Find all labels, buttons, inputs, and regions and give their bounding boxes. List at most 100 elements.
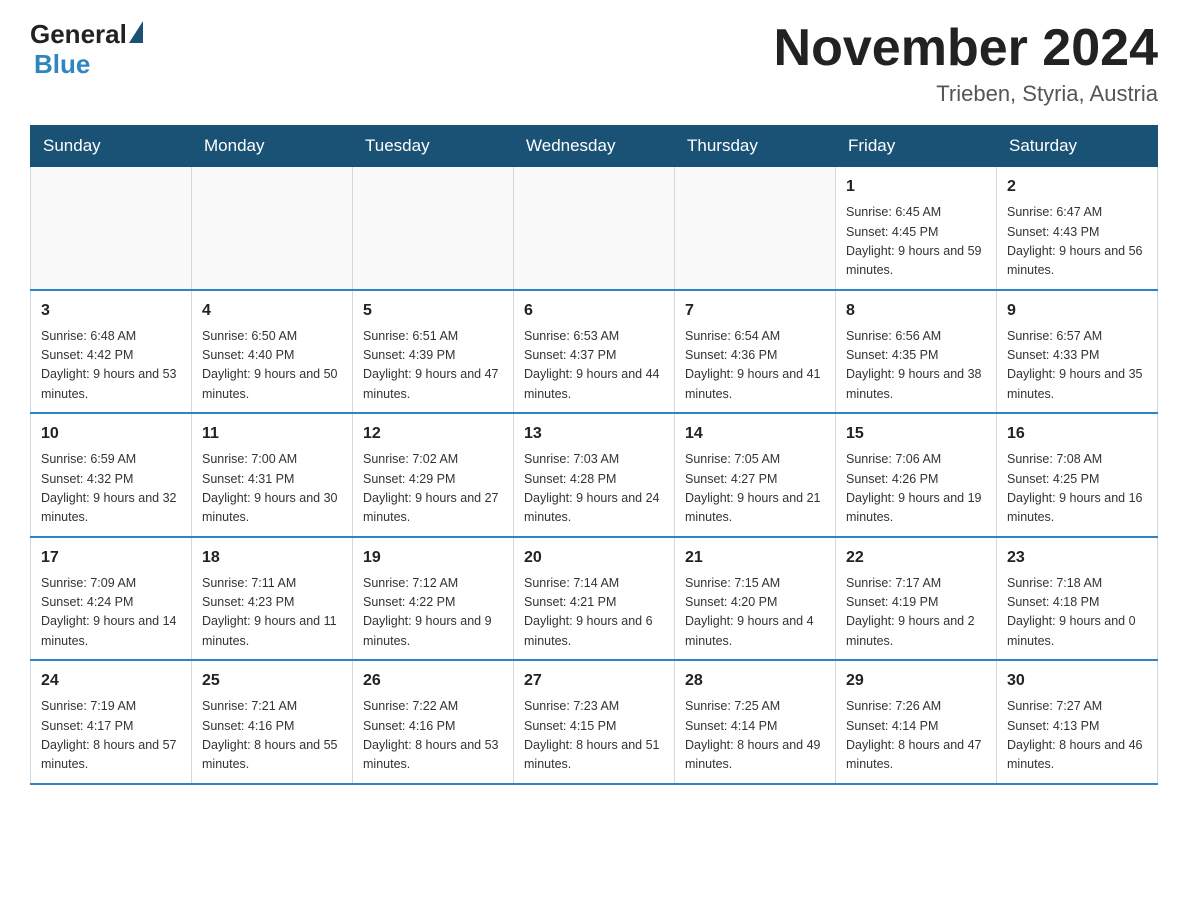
calendar-header-row: SundayMondayTuesdayWednesdayThursdayFrid…: [31, 126, 1158, 167]
day-number: 2: [1007, 175, 1147, 199]
weekday-header-sunday: Sunday: [31, 126, 192, 167]
day-number: 28: [685, 669, 825, 693]
calendar-cell: [675, 167, 836, 290]
day-info: Sunrise: 7:15 AMSunset: 4:20 PMDaylight:…: [685, 574, 825, 652]
calendar-cell: 16Sunrise: 7:08 AMSunset: 4:25 PMDayligh…: [997, 413, 1158, 537]
day-info: Sunrise: 7:23 AMSunset: 4:15 PMDaylight:…: [524, 697, 664, 775]
weekday-header-saturday: Saturday: [997, 126, 1158, 167]
calendar-cell: 14 Sunrise: 7:05 AMSunset: 4:27 PMDayligh…: [675, 413, 836, 537]
day-number: 26: [363, 669, 503, 693]
logo: General Blue: [30, 20, 143, 80]
day-number: 20: [524, 546, 664, 570]
day-info: Sunrise: 7:22 AMSunset: 4:16 PMDaylight:…: [363, 697, 503, 775]
calendar-cell: 18Sunrise: 7:11 AMSunset: 4:23 PMDayligh…: [192, 537, 353, 661]
day-info: Sunrise: 7:09 AMSunset: 4:24 PMDaylight:…: [41, 574, 181, 652]
day-number: 24: [41, 669, 181, 693]
day-info: Sunrise: 7:06 AMSunset: 4:26 PMDaylight:…: [846, 450, 986, 528]
weekday-header-friday: Friday: [836, 126, 997, 167]
calendar-table: SundayMondayTuesdayWednesdayThursdayFrid…: [30, 125, 1158, 785]
calendar-cell: 25 Sunrise: 7:21 AMSunset: 4:16 PMDayligh…: [192, 660, 353, 784]
day-number: 22: [846, 546, 986, 570]
day-number: 19: [363, 546, 503, 570]
day-info: Sunrise: 7:27 AMSunset: 4:13 PMDaylight:…: [1007, 697, 1147, 775]
calendar-cell: 4 Sunrise: 6:50 AMSunset: 4:40 PMDaylight…: [192, 290, 353, 414]
day-number: 25: [202, 669, 342, 693]
calendar-cell: 2 Sunrise: 6:47 AMSunset: 4:43 PMDaylight…: [997, 167, 1158, 290]
calendar-cell: 3 Sunrise: 6:48 AMSunset: 4:42 PMDaylight…: [31, 290, 192, 414]
calendar-cell: 1 Sunrise: 6:45 AMSunset: 4:45 PMDaylight…: [836, 167, 997, 290]
day-info: Sunrise: 6:45 AMSunset: 4:45 PMDaylight:…: [846, 203, 986, 281]
day-info: Sunrise: 7:25 AMSunset: 4:14 PMDaylight:…: [685, 697, 825, 775]
calendar-cell: 23Sunrise: 7:18 AMSunset: 4:18 PMDayligh…: [997, 537, 1158, 661]
day-number: 11: [202, 422, 342, 446]
calendar-cell: [353, 167, 514, 290]
day-info: Sunrise: 7:17 AMSunset: 4:19 PMDaylight:…: [846, 574, 986, 652]
day-number: 15: [846, 422, 986, 446]
day-number: 18: [202, 546, 342, 570]
day-number: 10: [41, 422, 181, 446]
day-info: Sunrise: 6:51 AMSunset: 4:39 PMDaylight:…: [363, 327, 503, 405]
calendar-cell: 17 Sunrise: 7:09 AMSunset: 4:24 PMDayligh…: [31, 537, 192, 661]
day-info: Sunrise: 7:21 AMSunset: 4:16 PMDaylight:…: [202, 697, 342, 775]
calendar-week-row: 1 Sunrise: 6:45 AMSunset: 4:45 PMDaylight…: [31, 167, 1158, 290]
calendar-week-row: 24 Sunrise: 7:19 AMSunset: 4:17 PMDayligh…: [31, 660, 1158, 784]
day-info: Sunrise: 7:26 AMSunset: 4:14 PMDaylight:…: [846, 697, 986, 775]
calendar-cell: 26 Sunrise: 7:22 AMSunset: 4:16 PMDayligh…: [353, 660, 514, 784]
day-info: Sunrise: 6:48 AMSunset: 4:42 PMDaylight:…: [41, 327, 181, 405]
day-info: Sunrise: 6:47 AMSunset: 4:43 PMDaylight:…: [1007, 203, 1147, 281]
calendar-cell: 22 Sunrise: 7:17 AMSunset: 4:19 PMDayligh…: [836, 537, 997, 661]
calendar-cell: 24 Sunrise: 7:19 AMSunset: 4:17 PMDayligh…: [31, 660, 192, 784]
day-number: 21: [685, 546, 825, 570]
calendar-cell: 19 Sunrise: 7:12 AMSunset: 4:22 PMDayligh…: [353, 537, 514, 661]
day-info: Sunrise: 7:02 AMSunset: 4:29 PMDaylight:…: [363, 450, 503, 528]
day-info: Sunrise: 6:53 AMSunset: 4:37 PMDaylight:…: [524, 327, 664, 405]
logo-blue-text: Blue: [34, 49, 90, 79]
day-info: Sunrise: 7:12 AMSunset: 4:22 PMDaylight:…: [363, 574, 503, 652]
day-info: Sunrise: 6:50 AMSunset: 4:40 PMDaylight:…: [202, 327, 342, 405]
page-header: General Blue November 2024 Trieben, Styr…: [30, 20, 1158, 107]
day-number: 30: [1007, 669, 1147, 693]
calendar-cell: 10Sunrise: 6:59 AMSunset: 4:32 PMDayligh…: [31, 413, 192, 537]
calendar-cell: 5 Sunrise: 6:51 AMSunset: 4:39 PMDaylight…: [353, 290, 514, 414]
day-number: 5: [363, 299, 503, 323]
calendar-cell: 29 Sunrise: 7:26 AMSunset: 4:14 PMDayligh…: [836, 660, 997, 784]
day-info: Sunrise: 7:03 AMSunset: 4:28 PMDaylight:…: [524, 450, 664, 528]
day-info: Sunrise: 6:54 AMSunset: 4:36 PMDaylight:…: [685, 327, 825, 405]
day-number: 3: [41, 299, 181, 323]
day-info: Sunrise: 7:14 AMSunset: 4:21 PMDaylight:…: [524, 574, 664, 652]
calendar-cell: 12 Sunrise: 7:02 AMSunset: 4:29 PMDayligh…: [353, 413, 514, 537]
day-number: 17: [41, 546, 181, 570]
calendar-cell: 27 Sunrise: 7:23 AMSunset: 4:15 PMDayligh…: [514, 660, 675, 784]
month-year-title: November 2024: [774, 20, 1158, 77]
day-number: 29: [846, 669, 986, 693]
day-info: Sunrise: 7:05 AMSunset: 4:27 PMDaylight:…: [685, 450, 825, 528]
calendar-cell: 30 Sunrise: 7:27 AMSunset: 4:13 PMDayligh…: [997, 660, 1158, 784]
day-number: 27: [524, 669, 664, 693]
day-number: 4: [202, 299, 342, 323]
logo-triangle-icon: [129, 21, 143, 43]
calendar-cell: 20 Sunrise: 7:14 AMSunset: 4:21 PMDayligh…: [514, 537, 675, 661]
logo-general-text: General: [30, 20, 127, 49]
calendar-cell: 13Sunrise: 7:03 AMSunset: 4:28 PMDayligh…: [514, 413, 675, 537]
calendar-cell: 28 Sunrise: 7:25 AMSunset: 4:14 PMDayligh…: [675, 660, 836, 784]
location-subtitle: Trieben, Styria, Austria: [774, 81, 1158, 107]
calendar-cell: 6Sunrise: 6:53 AMSunset: 4:37 PMDaylight…: [514, 290, 675, 414]
day-info: Sunrise: 7:19 AMSunset: 4:17 PMDaylight:…: [41, 697, 181, 775]
calendar-cell: 21 Sunrise: 7:15 AMSunset: 4:20 PMDayligh…: [675, 537, 836, 661]
calendar-cell: 11 Sunrise: 7:00 AMSunset: 4:31 PMDayligh…: [192, 413, 353, 537]
weekday-header-tuesday: Tuesday: [353, 126, 514, 167]
calendar-cell: 15 Sunrise: 7:06 AMSunset: 4:26 PMDayligh…: [836, 413, 997, 537]
day-number: 14: [685, 422, 825, 446]
day-number: 1: [846, 175, 986, 199]
day-number: 8: [846, 299, 986, 323]
day-number: 9: [1007, 299, 1147, 323]
day-number: 16: [1007, 422, 1147, 446]
calendar-cell: 8 Sunrise: 6:56 AMSunset: 4:35 PMDaylight…: [836, 290, 997, 414]
day-number: 7: [685, 299, 825, 323]
day-number: 12: [363, 422, 503, 446]
title-block: November 2024 Trieben, Styria, Austria: [774, 20, 1158, 107]
day-info: Sunrise: 6:56 AMSunset: 4:35 PMDaylight:…: [846, 327, 986, 405]
day-info: Sunrise: 7:18 AMSunset: 4:18 PMDaylight:…: [1007, 574, 1147, 652]
day-info: Sunrise: 7:00 AMSunset: 4:31 PMDaylight:…: [202, 450, 342, 528]
day-info: Sunrise: 6:57 AMSunset: 4:33 PMDaylight:…: [1007, 327, 1147, 405]
